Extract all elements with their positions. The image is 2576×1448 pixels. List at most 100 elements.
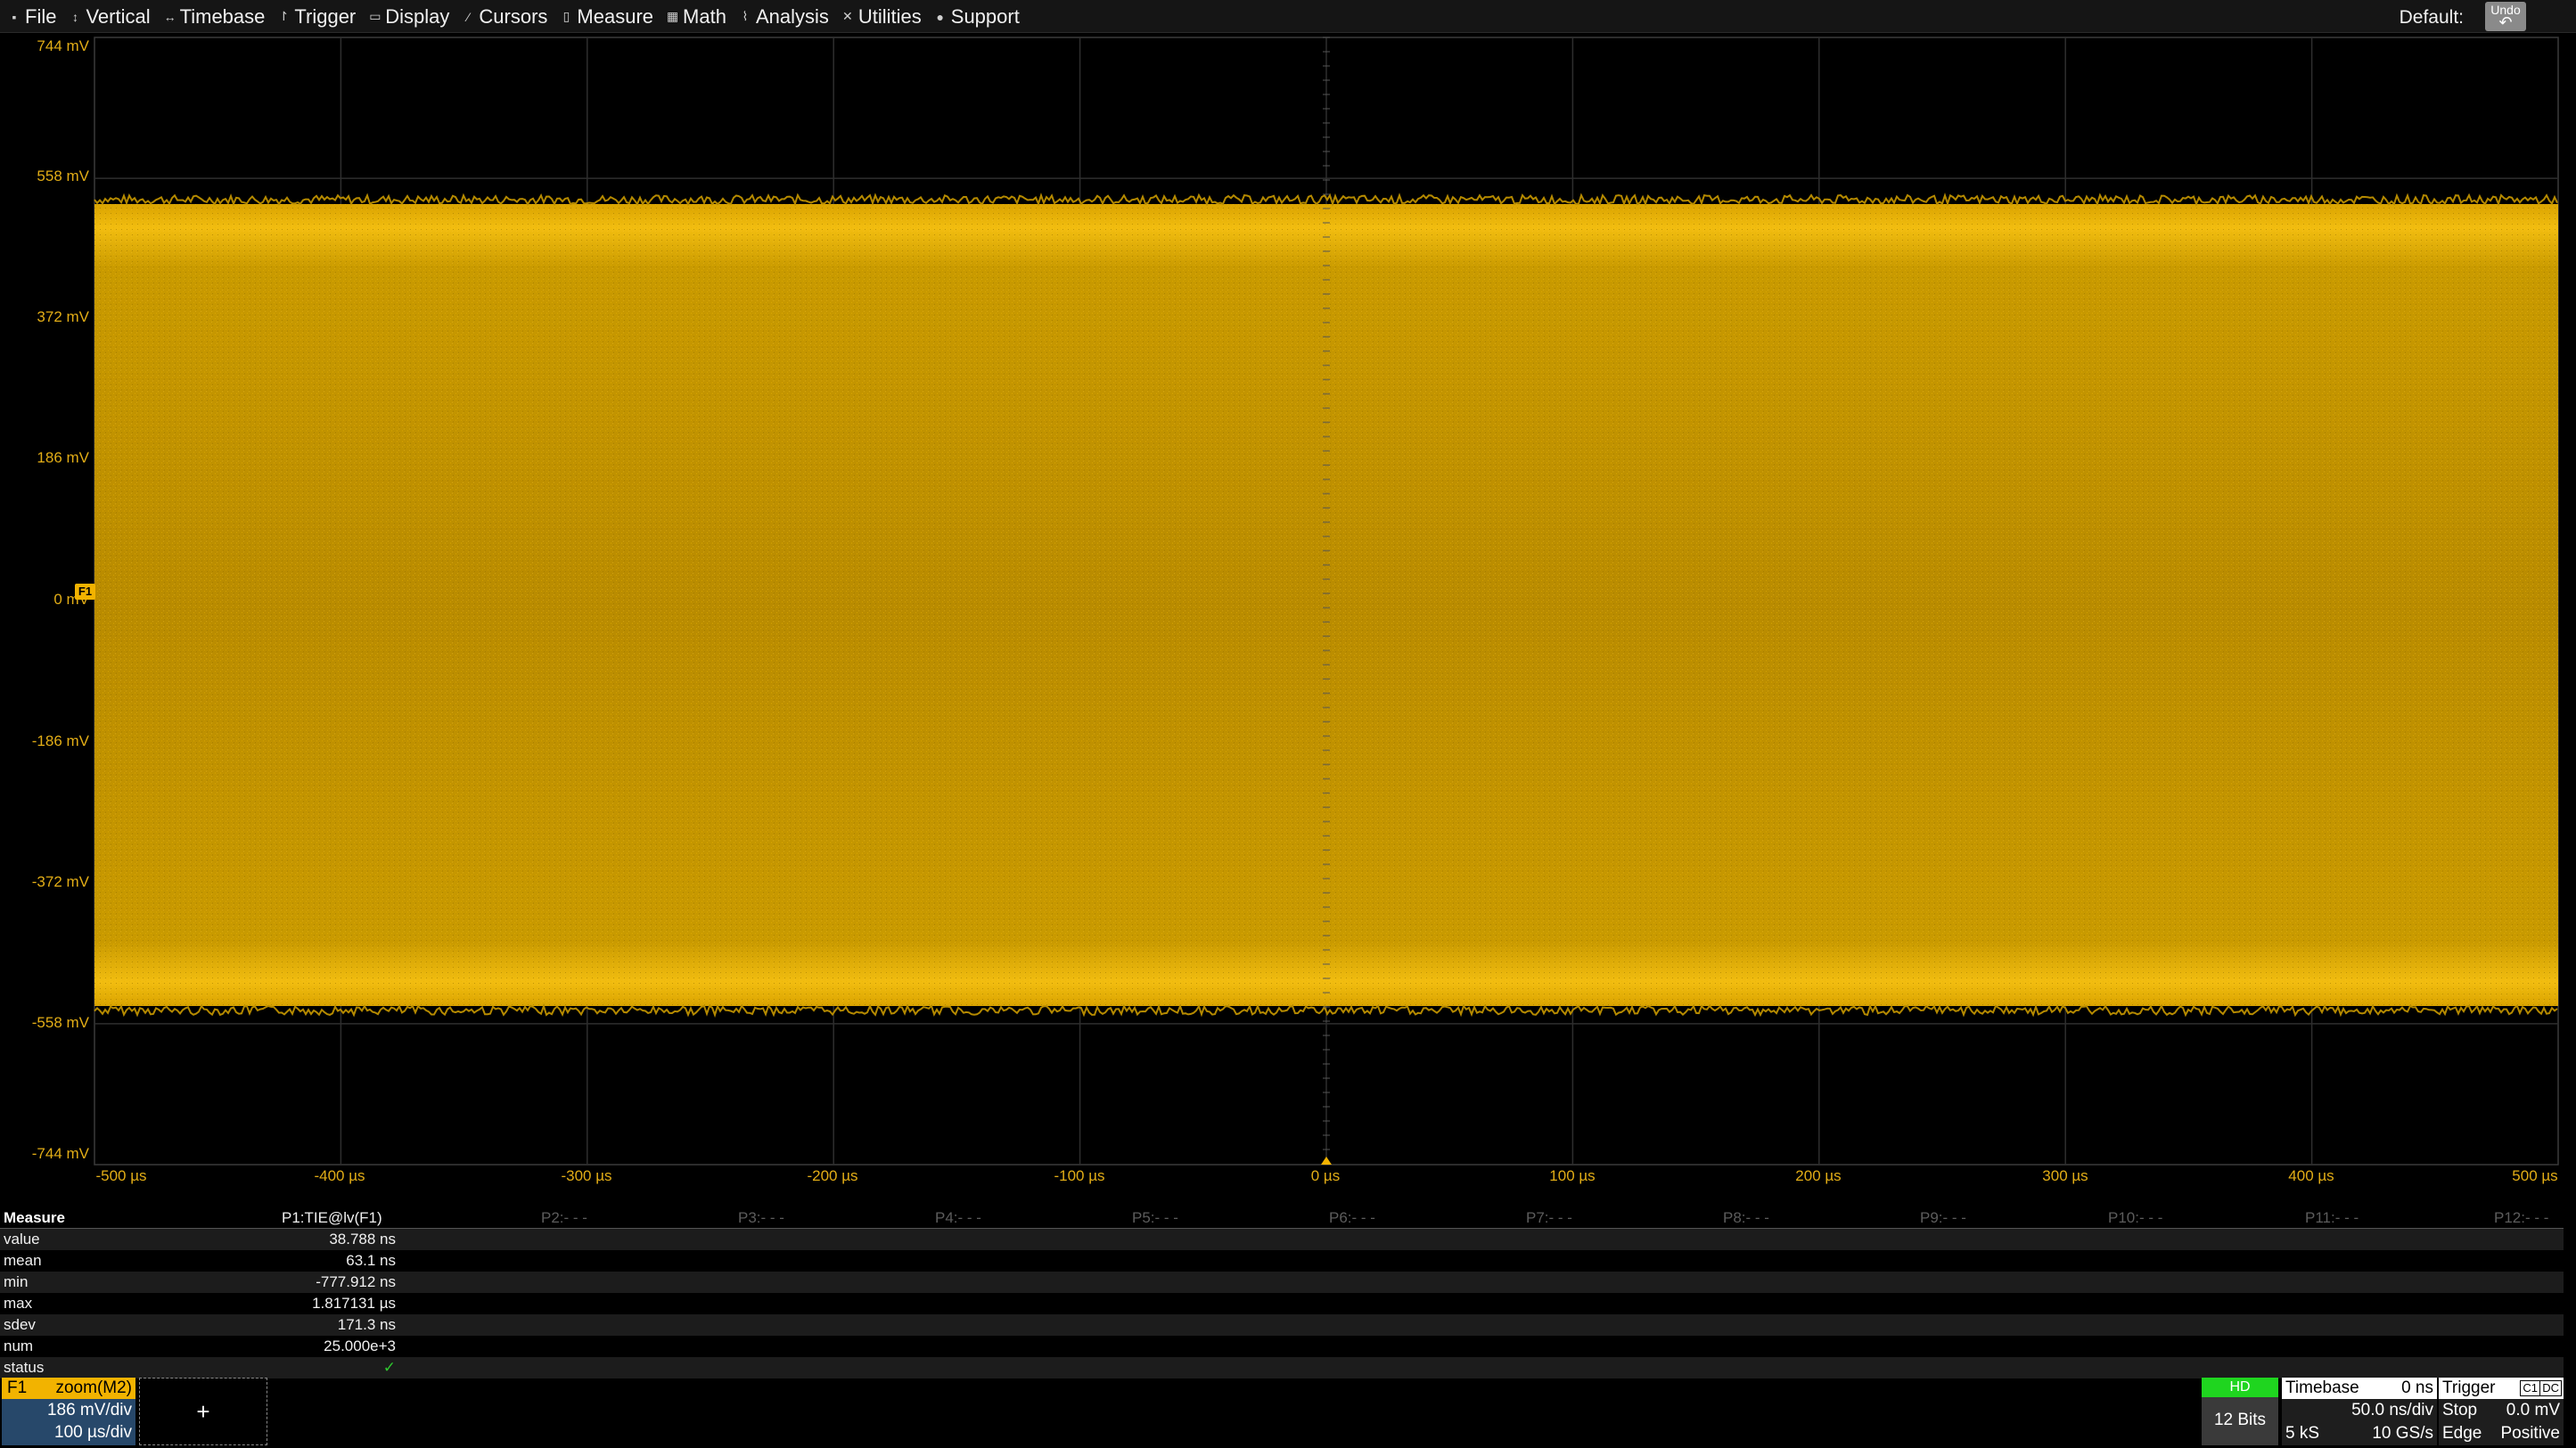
x-axis-label: 200 µs <box>1795 1167 1842 1184</box>
timebase-icon: ↔ <box>163 9 176 24</box>
menu-math[interactable]: ▦ Math <box>661 0 734 33</box>
measure-row-sdev: sdev 171.3 ns <box>0 1314 2564 1336</box>
param-p7[interactable]: P7:- - - <box>1526 1207 1572 1229</box>
y-axis-label: -558 mV <box>31 1014 89 1031</box>
menu-support[interactable]: ● Support <box>930 0 1028 33</box>
x-axis-label: 0 µs <box>1310 1167 1341 1184</box>
measure-row-value: 38.788 ns <box>329 1231 396 1248</box>
measure-row-status: status ✓ <box>0 1357 2564 1378</box>
measure-row-label: value <box>4 1231 40 1248</box>
menu-label: Cursors <box>479 4 548 28</box>
trigger-source-badge: C1 <box>2520 1380 2540 1396</box>
menu-label: Math <box>683 4 726 28</box>
measure-header-row: Measure P1:TIE@lv(F1) P2:- - - P3:- - - … <box>0 1207 2564 1229</box>
menu-label: Timebase <box>179 4 266 28</box>
timebase-samples: 5 kS <box>2285 1424 2320 1443</box>
menu-label: Trigger <box>294 4 357 28</box>
param-p12[interactable]: P12:- - - <box>2494 1207 2548 1229</box>
param-p6[interactable]: P6:- - - <box>1329 1207 1375 1229</box>
hd-descriptor[interactable]: HD 12 Bits <box>2202 1378 2278 1445</box>
math-icon: ▦ <box>667 9 679 23</box>
trigger-level: 0.0 mV <box>2506 1401 2560 1419</box>
waveform-grid[interactable]: 744 mV 558 mV 372 mV 186 mV 0 mV -186 mV… <box>0 33 2576 1209</box>
descriptor-body: 186 mV/div 100 µs/div <box>2 1399 135 1445</box>
menu-label: Measure <box>577 4 654 28</box>
menu-measure[interactable]: ▯ Measure <box>555 0 661 33</box>
x-axis-label: -200 µs <box>807 1167 858 1184</box>
measure-row-num: num 25.000e+3 <box>0 1336 2564 1357</box>
x-axis-label: 300 µs <box>2042 1167 2088 1184</box>
menu-timebase[interactable]: ↔ Timebase <box>159 0 274 33</box>
menu-label: Display <box>385 4 450 28</box>
timebase-delay: 0 ns <box>2401 1378 2433 1397</box>
x-axis-label: -400 µs <box>314 1167 365 1184</box>
trigger-icon: ↾ <box>278 9 290 23</box>
param-p2[interactable]: P2:- - - <box>541 1207 587 1229</box>
menu-label: File <box>25 4 57 28</box>
status-ok-icon: ✓ <box>382 1359 396 1376</box>
timebase-sample-rate: 10 GS/s <box>2372 1424 2433 1443</box>
y-axis-label: 372 mV <box>37 308 89 325</box>
file-icon: ▪ <box>12 9 17 24</box>
measure-row-value: -777.912 ns <box>316 1273 396 1290</box>
utilities-icon: ✕ <box>841 9 853 23</box>
waveform-svg <box>94 37 2559 1166</box>
x-axis-label: -500 µs <box>95 1167 147 1184</box>
hd-badge: HD <box>2202 1378 2278 1397</box>
measure-row-min: min -777.912 ns <box>0 1272 2564 1293</box>
measure-row-value: 25.000e+3 <box>324 1338 396 1354</box>
measure-row-label: num <box>4 1338 34 1354</box>
trigger-slope: Positive <box>2500 1424 2560 1443</box>
y-axis-label: 744 mV <box>37 37 89 54</box>
measure-row-label: sdev <box>4 1316 36 1333</box>
trigger-mode: Stop <box>2442 1401 2478 1419</box>
menu-bar: ▪ File ↕ Vertical ↔ Timebase ↾ Trigger ▭ Disp… <box>0 0 2576 33</box>
measure-row-value: 1.817131 µs <box>312 1295 396 1312</box>
x-axis-label: 400 µs <box>2288 1167 2334 1184</box>
menu-analysis[interactable]: ⌇ Analysis <box>734 0 837 33</box>
timebase-descriptor[interactable]: Timebase 0 ns 50.0 ns/div 5 kS 10 GS/s <box>2282 1378 2437 1445</box>
measure-row-value: 63.1 ns <box>346 1252 396 1269</box>
trace-noise <box>94 204 2558 1006</box>
measure-row-mean: mean 63.1 ns <box>0 1250 2564 1272</box>
measure-row-label: min <box>4 1273 29 1290</box>
measure-row-label: max <box>4 1295 33 1312</box>
menu-display[interactable]: ▭ Display <box>364 0 457 33</box>
timebase-title: Timebase <box>2285 1378 2359 1397</box>
param-p9[interactable]: P9:- - - <box>1920 1207 1966 1229</box>
undo-button[interactable]: Undo ↶ <box>2485 2 2526 31</box>
timebase-rate: 50.0 ns/div <box>2351 1401 2433 1419</box>
trace-descriptor-f1[interactable]: F1 zoom(M2) 186 mV/div 100 µs/div <box>2 1378 135 1445</box>
undo-icon: ↶ <box>2498 13 2513 31</box>
menu-file[interactable]: ▪ File <box>4 0 64 33</box>
menu-vertical[interactable]: ↕ Vertical <box>64 0 158 33</box>
menu-label: Support <box>950 4 1020 28</box>
y-axis-label: -372 mV <box>31 873 89 890</box>
x-axis-label: 500 µs <box>2512 1167 2558 1184</box>
trigger-type: Edge <box>2442 1424 2482 1443</box>
menu-trigger[interactable]: ↾ Trigger <box>273 0 364 33</box>
descriptor-name: F1 <box>7 1378 28 1397</box>
x-axis-label: 100 µs <box>1549 1167 1596 1184</box>
param-p4[interactable]: P4:- - - <box>935 1207 981 1229</box>
trigger-title: Trigger <box>2442 1378 2496 1397</box>
analysis-icon: ⌇ <box>742 9 749 23</box>
menu-cursors[interactable]: ⁄ Cursors <box>457 0 555 33</box>
menu-label: Utilities <box>857 4 922 28</box>
add-trace-button[interactable]: + <box>139 1378 267 1445</box>
hd-bits: 12 Bits <box>2213 1411 2267 1429</box>
display-icon: ▭ <box>369 9 381 23</box>
param-p11[interactable]: P11:- - - <box>2305 1207 2359 1229</box>
y-axis-label: 558 mV <box>37 168 89 184</box>
measure-row-value: value 38.788 ns <box>0 1229 2564 1250</box>
trace-marker-f1[interactable]: F1 <box>75 584 95 600</box>
measure-header-label: Measure <box>4 1209 65 1226</box>
param-p8[interactable]: P8:- - - <box>1723 1207 1769 1229</box>
menu-label: Analysis <box>755 4 829 28</box>
param-p3[interactable]: P3:- - - <box>738 1207 784 1229</box>
param-p10[interactable]: P10:- - - <box>2108 1207 2162 1229</box>
trigger-descriptor[interactable]: Trigger C1 DC Stop 0.0 mV Edge Positive <box>2439 1378 2564 1445</box>
param-p1[interactable]: P1:TIE@lv(F1) <box>282 1207 382 1229</box>
param-p5[interactable]: P5:- - - <box>1132 1207 1178 1229</box>
menu-utilities[interactable]: ✕ Utilities <box>837 0 930 33</box>
